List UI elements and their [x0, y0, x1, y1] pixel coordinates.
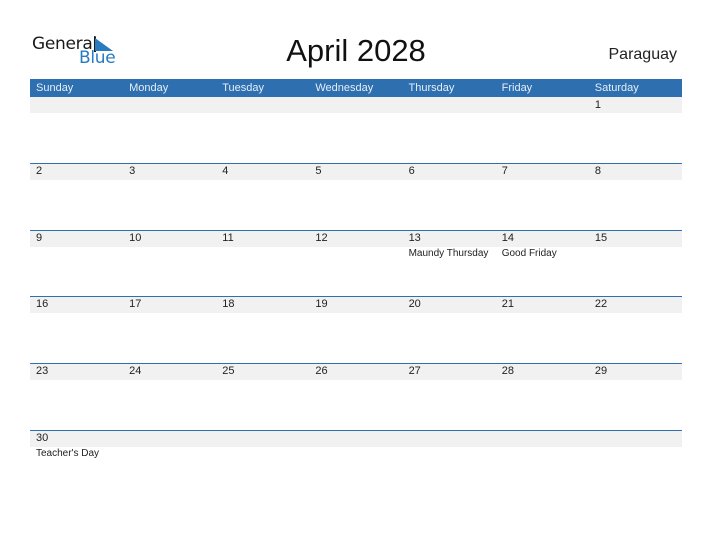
- day-number: 14: [501, 232, 514, 244]
- week-row: 2 3 4 5 6 7 8: [30, 163, 682, 229]
- week-row: 30 Teacher's Day: [30, 430, 682, 496]
- day-cell: [403, 430, 496, 496]
- day-cell: 2: [30, 163, 123, 229]
- day-cell: [216, 430, 309, 496]
- day-cell: 15: [589, 230, 682, 296]
- day-number: 6: [408, 165, 415, 177]
- day-cell: 19: [309, 296, 402, 362]
- day-number: 26: [315, 365, 328, 377]
- day-number: 28: [501, 365, 514, 377]
- day-cell: 27: [403, 363, 496, 429]
- day-number: 30: [36, 432, 49, 444]
- weekday-tuesday: Tuesday: [222, 82, 265, 94]
- day-cell: 8: [589, 163, 682, 229]
- day-number: 7: [501, 165, 508, 177]
- day-cell: 5: [309, 163, 402, 229]
- day-number: 18: [222, 298, 235, 310]
- day-number: 12: [315, 232, 328, 244]
- day-cell: 9: [30, 230, 123, 296]
- day-cell: [30, 97, 123, 163]
- day-cell: [216, 97, 309, 163]
- day-cell: 29: [589, 363, 682, 429]
- day-number: 23: [36, 365, 49, 377]
- weekday-wednesday: Wednesday: [315, 82, 374, 94]
- day-cell: 6: [403, 163, 496, 229]
- day-number: 3: [129, 165, 136, 177]
- day-number: 21: [501, 298, 514, 310]
- day-number: 16: [36, 298, 49, 310]
- day-cell: [589, 430, 682, 496]
- weekday-thursday: Thursday: [408, 82, 455, 94]
- day-cell: 22: [589, 296, 682, 362]
- holiday-label: Maundy Thursday: [408, 248, 489, 259]
- day-number: 10: [129, 232, 142, 244]
- day-number: 8: [594, 165, 601, 177]
- day-cell: 17: [123, 296, 216, 362]
- week-row: 1: [30, 97, 682, 163]
- week-row: 23 24 25 26 27 28 29: [30, 363, 682, 429]
- day-cell: [309, 97, 402, 163]
- weekday-saturday: Saturday: [594, 82, 639, 94]
- day-number: 19: [315, 298, 328, 310]
- day-cell: [496, 430, 589, 496]
- day-cell: 28: [496, 363, 589, 429]
- day-number: 29: [594, 365, 608, 377]
- day-number: 9: [36, 232, 43, 244]
- day-number: 25: [222, 365, 235, 377]
- day-cell: 11: [216, 230, 309, 296]
- calendar-grid: Sunday Monday Tuesday Wednesday Thursday…: [30, 79, 682, 459]
- holiday-label: Teacher's Day: [36, 448, 100, 459]
- day-number: 5: [315, 165, 322, 177]
- day-cell: [403, 97, 496, 163]
- day-cell: 3: [123, 163, 216, 229]
- weekday-header: Sunday Monday Tuesday Wednesday Thursday…: [30, 79, 682, 97]
- day-number: 1: [594, 99, 601, 111]
- day-number: 11: [222, 232, 234, 244]
- day-cell: 4: [216, 163, 309, 229]
- day-number: 27: [408, 365, 421, 377]
- day-cell: 18: [216, 296, 309, 362]
- day-cell: 14 Good Friday: [496, 230, 589, 296]
- day-cell: 1: [589, 97, 682, 163]
- weekday-sunday: Sunday: [36, 82, 74, 94]
- day-number: 4: [222, 165, 229, 177]
- week-row: 16 17 18 19 20 21 22: [30, 296, 682, 362]
- day-cell: 7: [496, 163, 589, 229]
- day-cell: 20: [403, 296, 496, 362]
- calendar-title: April 2028: [286, 33, 426, 68]
- day-number: 24: [129, 365, 142, 377]
- weekday-friday: Friday: [501, 82, 533, 94]
- day-cell: [123, 430, 216, 496]
- week-row: 9 10 11 12 13 Maundy Thursday 14 Good Friday 15: [30, 230, 682, 296]
- day-cell: 13 Maundy Thursday: [403, 230, 496, 296]
- day-cell: 10: [123, 230, 216, 296]
- day-cell: [309, 430, 402, 496]
- day-cell: [496, 97, 589, 163]
- day-number: 13: [408, 232, 421, 244]
- day-cell: 26: [309, 363, 402, 429]
- day-cell: 12: [309, 230, 402, 296]
- day-cell: 24: [123, 363, 216, 429]
- day-number: 22: [594, 298, 608, 310]
- day-number: 20: [408, 298, 421, 310]
- country-label: Paraguay: [608, 46, 678, 63]
- day-number: 2: [36, 165, 43, 177]
- day-cell: 16: [30, 296, 123, 362]
- day-cell: 23: [30, 363, 123, 429]
- day-cell: [123, 97, 216, 163]
- holiday-label: Good Friday: [501, 248, 557, 259]
- day-cell: 21: [496, 296, 589, 362]
- day-cell: 25: [216, 363, 309, 429]
- day-number: 15: [594, 232, 608, 244]
- weekday-monday: Monday: [129, 82, 169, 94]
- day-number: 17: [129, 298, 142, 310]
- day-cell: 30 Teacher's Day: [30, 430, 123, 496]
